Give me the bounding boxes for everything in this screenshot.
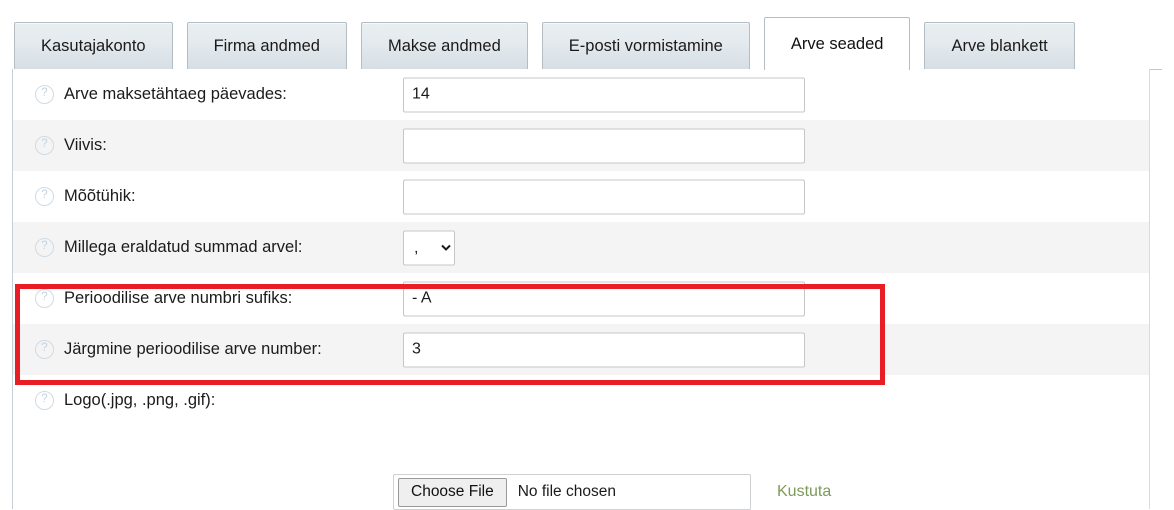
form-label: Arve maksetähtaeg päevades:: [64, 85, 287, 103]
tab-label: Kasutajakonto: [41, 37, 146, 55]
form-label: Millega eraldatud summad arvel:: [64, 238, 303, 256]
form-label: Viivis:: [64, 136, 107, 154]
field-slot: [403, 77, 805, 112]
file-upload-wrap: Choose File No file chosen Kustuta: [393, 474, 831, 510]
form-label: Perioodilise arve numbri sufiks:: [64, 289, 293, 307]
help-icon[interactable]: ?: [35, 187, 54, 206]
form-label: Järgmine perioodilise arve number:: [64, 340, 322, 358]
delete-logo-link[interactable]: Kustuta: [777, 483, 831, 501]
tab-arve-seaded[interactable]: Arve seaded: [763, 17, 911, 71]
periodic-invoice-suffix-input[interactable]: [403, 281, 805, 316]
tab-label: Makse andmed: [387, 37, 501, 55]
tab-kasutajakonto[interactable]: Kasutajakonto: [14, 22, 173, 70]
file-input-control[interactable]: Choose File No file chosen: [393, 474, 751, 510]
field-slot: , .: [403, 230, 455, 265]
form-row-logo: ? Logo(.jpg, .png, .gif):: [13, 375, 1149, 426]
tab-firma-andmed[interactable]: Firma andmed: [186, 22, 347, 70]
tab-makse-andmed[interactable]: Makse andmed: [360, 22, 528, 70]
form-row-next-periodic-invoice-number: ? Järgmine perioodilise arve number:: [13, 324, 1149, 375]
tab-bar: Kasutajakonto Firma andmed Makse andmed …: [0, 0, 1174, 71]
form-row-payment-term: ? Arve maksetähtaeg päevades:: [13, 69, 1149, 120]
settings-form: ? Arve maksetähtaeg päevades: ? Viivis: …: [13, 69, 1149, 426]
decimal-separator-select[interactable]: , .: [403, 230, 455, 265]
logo-upload-area: Choose File No file chosen Kustuta: [13, 456, 1149, 510]
field-slot: [403, 332, 805, 367]
settings-panel: ? Arve maksetähtaeg päevades: ? Viivis: …: [12, 69, 1150, 510]
unit-input[interactable]: [403, 179, 805, 214]
tab-label: E-posti vormistamine: [568, 37, 723, 55]
help-icon[interactable]: ?: [35, 340, 54, 359]
help-icon[interactable]: ?: [35, 289, 54, 308]
form-label: Logo(.jpg, .png, .gif):: [64, 391, 216, 409]
field-slot: [403, 179, 805, 214]
form-label: Mõõtühik:: [64, 187, 136, 205]
field-slot: [403, 128, 805, 163]
help-icon[interactable]: ?: [35, 136, 54, 155]
next-periodic-invoice-number-input[interactable]: [403, 332, 805, 367]
tab-label: Arve blankett: [951, 37, 1048, 55]
late-fee-input[interactable]: [403, 128, 805, 163]
help-icon[interactable]: ?: [35, 238, 54, 257]
help-icon[interactable]: ?: [35, 391, 54, 410]
file-status-text: No file chosen: [517, 483, 616, 500]
form-row-late-fee: ? Viivis:: [13, 120, 1149, 171]
tab-arve-blankett[interactable]: Arve blankett: [924, 22, 1075, 70]
form-row-unit: ? Mõõtühik:: [13, 171, 1149, 222]
choose-file-button[interactable]: Choose File: [398, 477, 507, 507]
form-row-periodic-invoice-suffix: ? Perioodilise arve numbri sufiks:: [13, 273, 1149, 324]
help-icon[interactable]: ?: [35, 85, 54, 104]
payment-term-input[interactable]: [403, 77, 805, 112]
tab-label: Firma andmed: [213, 37, 320, 55]
tab-label: Arve seaded: [790, 34, 884, 53]
form-row-decimal-separator: ? Millega eraldatud summad arvel: , .: [13, 222, 1149, 273]
tab-e-posti-vormistamine[interactable]: E-posti vormistamine: [541, 22, 750, 70]
field-slot: [403, 281, 805, 316]
